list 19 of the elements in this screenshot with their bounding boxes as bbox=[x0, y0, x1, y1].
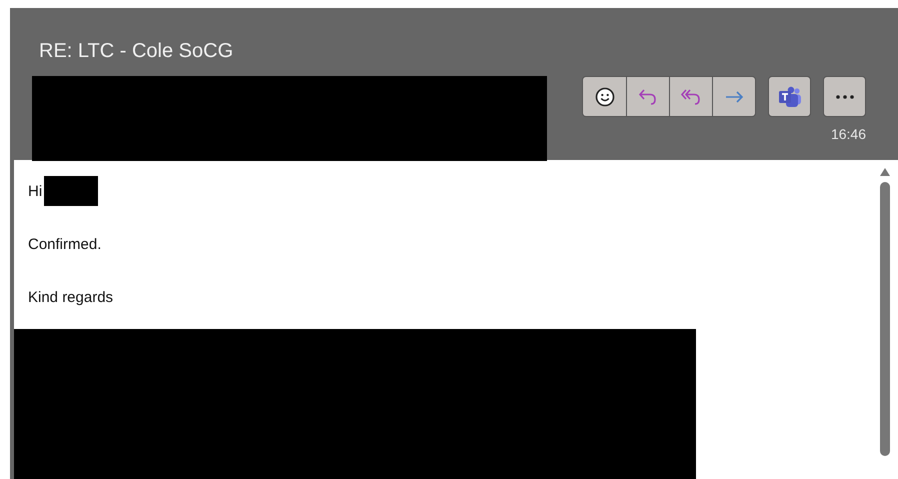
message-time: 16:46 bbox=[830, 126, 866, 142]
body-text: Kind regards bbox=[28, 288, 114, 306]
redaction-block bbox=[44, 176, 98, 206]
teams-icon bbox=[778, 86, 802, 108]
more-button[interactable] bbox=[823, 76, 866, 117]
forward-button[interactable] bbox=[712, 77, 755, 116]
greeting-text: Hi bbox=[28, 182, 42, 200]
reply-button[interactable] bbox=[626, 77, 669, 116]
react-button[interactable] bbox=[583, 77, 626, 116]
smiley-icon bbox=[594, 86, 614, 106]
body-text: Confirmed. bbox=[28, 236, 102, 252]
reply-all-icon bbox=[679, 86, 703, 106]
scroll-thumb[interactable] bbox=[880, 182, 890, 456]
teams-button[interactable] bbox=[768, 76, 811, 117]
subject-title: RE: LTC - Cole SoCG bbox=[39, 39, 234, 64]
reply-icon bbox=[637, 86, 659, 106]
more-icon bbox=[834, 94, 854, 100]
reply-all-button[interactable] bbox=[669, 77, 712, 116]
scroll-up-icon[interactable] bbox=[880, 168, 890, 176]
